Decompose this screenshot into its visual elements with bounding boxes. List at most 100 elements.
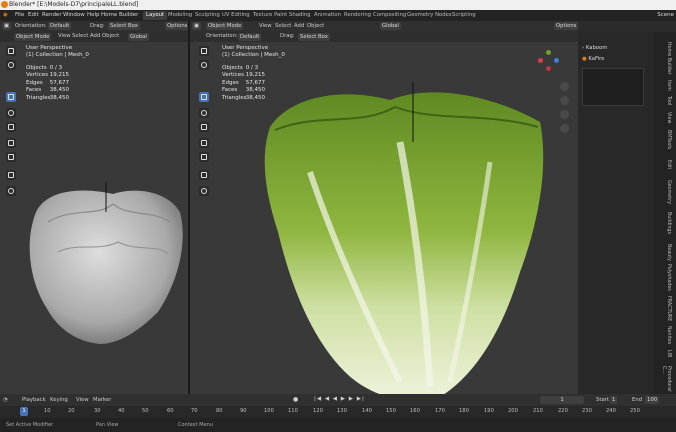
sidebar-tab[interactable]: Tool	[657, 96, 671, 105]
outliner-item-kafire[interactable]: ● KaFire	[582, 56, 604, 62]
sidebar-tab[interactable]: BMTools	[657, 130, 671, 149]
record-icon[interactable]: ●	[293, 396, 298, 403]
left-menu-add[interactable]: Add	[90, 33, 100, 39]
left-orientation-dropdown[interactable]: Default	[48, 22, 72, 30]
sidebar-tab[interactable]: Procedural C...	[657, 366, 671, 394]
timeline-marker-menu[interactable]: Marker	[93, 397, 111, 403]
x-axis-dot[interactable]	[538, 58, 543, 63]
scene-selector[interactable]: Scene	[657, 12, 674, 18]
timeline-header: ◔ Playback Keying View Marker ● |◀ ◀ ◀ ▶…	[0, 394, 676, 406]
stat-key: Edges	[222, 79, 239, 86]
ortho-grid-icon[interactable]	[560, 124, 569, 133]
sidebar-tab[interactable]: Home Builder	[657, 42, 671, 75]
left-select-box-dropdown[interactable]: Select Box	[108, 22, 140, 30]
neg-x-axis-dot[interactable]	[546, 66, 551, 71]
rotate-tool-icon[interactable]	[199, 108, 209, 118]
current-frame-indicator[interactable]: 1	[20, 407, 28, 416]
move-tool-icon[interactable]	[6, 92, 16, 102]
move-tool-icon[interactable]	[199, 92, 209, 102]
add-cube-tool-icon[interactable]	[199, 170, 209, 180]
transform-tool-icon[interactable]	[199, 186, 209, 196]
select-tool-icon[interactable]	[6, 46, 16, 56]
menu-window[interactable]: Window	[63, 12, 85, 18]
end-frame-field[interactable]: 100	[645, 396, 660, 404]
playback-controls[interactable]: |◀ ◀ ◀ ▶ ▶ ▶|	[314, 396, 365, 402]
cursor-tool-icon[interactable]	[6, 60, 16, 70]
left-options-button[interactable]: Options	[165, 22, 190, 30]
annotate-tool-icon[interactable]	[199, 138, 209, 148]
measure-tool-icon[interactable]	[199, 152, 209, 162]
menu-render[interactable]: Render	[42, 12, 62, 18]
right-menu-select[interactable]: Select	[275, 23, 291, 29]
left-transform-dropdown[interactable]: Global	[128, 33, 149, 41]
sidebar-tab[interactable]: FRACTURE	[657, 296, 671, 321]
cursor-tool-icon[interactable]	[199, 60, 209, 70]
left-3d-viewport[interactable]: User Perspective (1) Collection | Mesh_0…	[0, 42, 188, 394]
workspace-tab-layout[interactable]: Layout	[143, 11, 168, 20]
left-menu-view[interactable]: View	[58, 33, 71, 39]
right-select-box-dropdown[interactable]: Select Box	[298, 33, 330, 41]
right-editor-type-button[interactable]: ▣	[192, 22, 202, 30]
timeline-keying-menu[interactable]: Keying	[50, 397, 68, 403]
workspace-tab-uv-editing[interactable]: UV Editing	[219, 11, 253, 20]
menu-edit[interactable]: Edit	[28, 12, 39, 18]
menu-file[interactable]: File	[15, 12, 24, 18]
rotate-tool-icon[interactable]	[6, 108, 16, 118]
sidebar-tab[interactable]: LIB	[657, 350, 671, 357]
right-menu-add[interactable]: Add	[294, 23, 304, 29]
annotate-tool-icon[interactable]	[6, 138, 16, 148]
blender-menu-icon[interactable]: ◉	[3, 12, 8, 18]
workspace-tab-modeling[interactable]: Modeling	[165, 11, 195, 20]
current-frame-field[interactable]: 1	[540, 396, 584, 404]
timeline-view-menu[interactable]: View	[76, 397, 89, 403]
left-object-mode-dropdown[interactable]: Object Mode	[14, 33, 52, 41]
sidebar-tab[interactable]: Nanites	[657, 326, 671, 344]
sidebar-tab[interactable]: Edit	[657, 160, 671, 169]
sidebar-tab[interactable]: Beauty	[657, 244, 671, 261]
right-menu-view[interactable]: View	[259, 23, 272, 29]
right-transform-dropdown[interactable]: Global	[380, 22, 401, 30]
stat-value: 19,215	[245, 72, 265, 79]
workspace-tab-texture-paint[interactable]: Texture Paint	[250, 11, 290, 20]
workspace-tab-shading[interactable]: Shading	[286, 11, 314, 20]
timeline-editor-icon[interactable]: ◔	[3, 397, 8, 403]
y-axis-dot[interactable]	[546, 50, 551, 55]
scale-tool-icon[interactable]	[199, 122, 209, 132]
timeline-playback-menu[interactable]: Playback	[22, 397, 46, 403]
left-menu-object[interactable]: Object	[102, 33, 119, 39]
editor-type-button[interactable]: ▣	[2, 22, 12, 30]
scale-tool-icon[interactable]	[6, 122, 16, 132]
sidebar-tab[interactable]: Buildings	[657, 212, 671, 234]
right-object-mode-dropdown[interactable]: Object Mode	[206, 22, 244, 30]
select-tool-icon[interactable]	[199, 46, 209, 56]
frame-tick: 130	[337, 408, 347, 414]
navigation-gizmo[interactable]	[538, 50, 560, 72]
zoom-icon[interactable]	[560, 82, 569, 91]
workspace-tab-animation[interactable]: Animation	[311, 11, 344, 20]
sidebar-tab[interactable]: Item	[657, 80, 671, 91]
left-menu-select[interactable]: Select	[72, 33, 88, 39]
timeline-ruler[interactable]: 1 10 20 30 40 50 60 70 80 90 100 110 120…	[0, 406, 676, 418]
right-orientation-dropdown[interactable]: Default	[238, 33, 262, 41]
right-options-button[interactable]: Options	[554, 22, 579, 30]
z-axis-dot[interactable]	[554, 58, 559, 63]
workspace-tab-scripting[interactable]: Scripting	[449, 11, 479, 20]
workspace-tab-geometry-nodes[interactable]: Geometry Nodes	[404, 11, 455, 20]
start-frame-field[interactable]: 1	[610, 396, 618, 404]
right-collection-label: (1) Collection | Mesh_0	[222, 52, 285, 58]
sidebar-tab[interactable]: Polyshades	[657, 264, 671, 291]
frame-tick: 200	[508, 408, 518, 414]
pan-hand-icon[interactable]	[560, 96, 569, 105]
right-3d-viewport[interactable]: User Perspective (1) Collection | Mesh_0…	[190, 42, 578, 394]
outliner-item-kaboom[interactable]: › Kaboom	[582, 45, 607, 51]
camera-icon[interactable]	[560, 110, 569, 119]
sidebar-tab[interactable]: View	[657, 112, 671, 123]
measure-tool-icon[interactable]	[6, 152, 16, 162]
menu-home-builder[interactable]: Home Builder	[101, 12, 138, 18]
menu-help[interactable]: Help	[87, 12, 100, 18]
right-menu-object[interactable]: Object	[307, 23, 324, 29]
sidebar-tab[interactable]: Geometry	[657, 180, 671, 204]
add-cube-tool-icon[interactable]	[6, 170, 16, 180]
outliner-item-label: KaFire	[588, 56, 605, 62]
transform-tool-icon[interactable]	[6, 186, 16, 196]
